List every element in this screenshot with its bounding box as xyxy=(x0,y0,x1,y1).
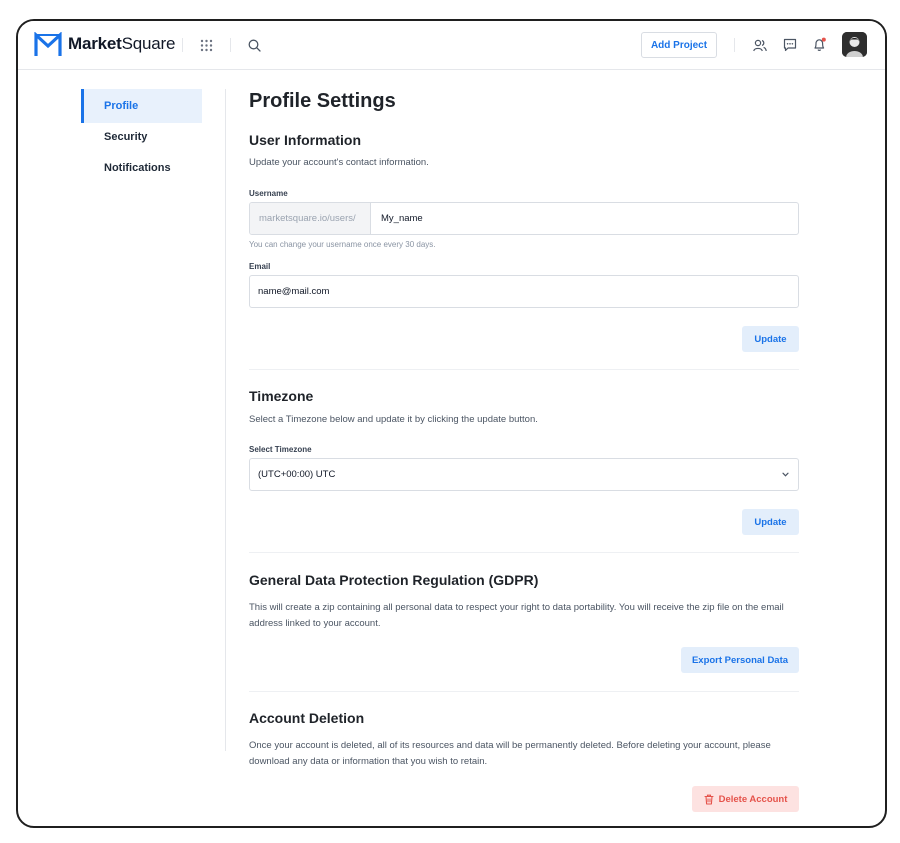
user-info-title: User Information xyxy=(249,132,362,148)
update-user-info-button[interactable]: Update xyxy=(742,326,799,352)
marketsquare-logo-icon[interactable] xyxy=(34,32,62,58)
account-deletion-title: Account Deletion xyxy=(249,710,365,726)
sidebar-item-security[interactable]: Security xyxy=(81,120,202,154)
add-project-button[interactable]: Add Project xyxy=(641,32,717,58)
export-personal-data-button[interactable]: Export Personal Data xyxy=(681,647,799,673)
delete-account-button[interactable]: Delete Account xyxy=(692,786,799,812)
section-divider xyxy=(249,369,799,370)
user-avatar[interactable] xyxy=(842,32,867,57)
brand-name: MarketSquare xyxy=(68,34,175,54)
page-title: Profile Settings xyxy=(249,90,396,112)
chevron-down-icon xyxy=(782,472,789,477)
timezone-description: Select a Timezone below and update it by… xyxy=(249,414,538,425)
sidebar-divider xyxy=(225,89,226,751)
trash-icon xyxy=(704,794,714,805)
timezone-select[interactable]: (UTC+00:00) UTC xyxy=(249,458,799,491)
timezone-selected-value: (UTC+00:00) UTC xyxy=(258,469,336,480)
notification-dot xyxy=(821,37,826,42)
gdpr-description: This will create a zip containing all pe… xyxy=(249,602,784,629)
brand-name-light: Square xyxy=(121,34,176,53)
username-label: Username xyxy=(249,189,288,198)
username-field: marketsquare.io/users/ My_name xyxy=(249,202,799,235)
username-input[interactable]: My_name xyxy=(371,203,798,234)
app-window: MarketSquare Add Project Profile Securit… xyxy=(16,19,887,828)
gdpr-title: General Data Protection Regulation (GDPR… xyxy=(249,572,539,588)
sidebar-item-notifications[interactable]: Notifications xyxy=(81,151,202,185)
email-input[interactable]: name@mail.com xyxy=(249,275,799,308)
sidebar-item-profile[interactable]: Profile xyxy=(81,89,202,123)
account-deletion-description: Once your account is deleted, all of its… xyxy=(249,740,771,767)
header-separator xyxy=(182,38,183,52)
timezone-label: Select Timezone xyxy=(249,445,312,454)
sidebar-item-label: Security xyxy=(104,131,148,143)
top-header: MarketSquare Add Project xyxy=(18,21,885,70)
apps-grid-icon[interactable] xyxy=(199,38,213,52)
email-label: Email xyxy=(249,262,271,271)
section-divider xyxy=(249,691,799,692)
brand-name-bold: Market xyxy=(68,34,122,53)
update-timezone-button[interactable]: Update xyxy=(742,509,799,535)
sidebar-item-label: Notifications xyxy=(104,162,171,174)
username-prefix: marketsquare.io/users/ xyxy=(250,203,371,234)
delete-account-label: Delete Account xyxy=(718,793,788,805)
sidebar-item-label: Profile xyxy=(104,100,139,112)
chat-icon[interactable] xyxy=(782,38,797,52)
timezone-title: Timezone xyxy=(249,388,314,404)
section-divider xyxy=(249,552,799,553)
header-separator xyxy=(230,38,231,52)
bell-icon[interactable] xyxy=(812,37,827,52)
user-info-description: Update your account's contact informatio… xyxy=(249,157,429,168)
header-separator xyxy=(734,38,735,52)
users-icon[interactable] xyxy=(752,38,767,52)
search-icon[interactable] xyxy=(247,38,261,52)
username-hint: You can change your username once every … xyxy=(249,240,436,249)
